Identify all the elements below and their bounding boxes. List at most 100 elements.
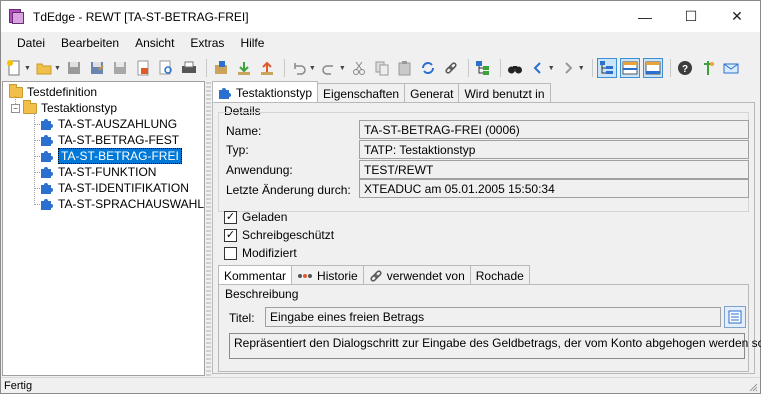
upload-button[interactable] xyxy=(257,58,277,78)
titel-input[interactable]: Eingabe eines freien Betrags xyxy=(265,307,721,327)
name-field[interactable]: TA-ST-BETRAG-FREI (0006) xyxy=(359,120,749,139)
layout-bottom-icon xyxy=(645,61,661,75)
collapse-icon[interactable]: − xyxy=(11,103,20,113)
close-button[interactable]: ✕ xyxy=(714,1,760,32)
tree-item[interactable]: TA-ST-BETRAG-FEST xyxy=(34,132,179,148)
tree-item-label: TA-ST-BETRAG-FREI xyxy=(58,148,182,164)
hierarchy-button[interactable] xyxy=(473,58,493,78)
puzzle-icon xyxy=(41,199,53,210)
tree-group-row[interactable]: − Testaktionstyp xyxy=(11,99,118,116)
anwendung-field[interactable]: TEST/REWT xyxy=(359,160,749,179)
edit-note-button[interactable] xyxy=(724,306,746,328)
forward-dropdown-icon[interactable]: ▼ xyxy=(578,65,585,72)
preview-button[interactable] xyxy=(156,58,176,78)
menu-extras[interactable]: Extras xyxy=(182,36,232,50)
kommentar-panel: Beschreibung Titel: Eingabe eines freien… xyxy=(218,284,761,372)
geladen-checkbox[interactable]: ✓ Geladen xyxy=(224,210,287,224)
minimize-icon: — xyxy=(638,8,652,25)
undo-button[interactable] xyxy=(289,58,309,78)
menu-hilfe[interactable]: Hilfe xyxy=(232,36,272,50)
print-button[interactable] xyxy=(179,58,199,78)
subtab-historie[interactable]: Historie xyxy=(291,265,364,285)
save-button[interactable] xyxy=(64,58,84,78)
pane-splitter[interactable] xyxy=(206,81,211,376)
svg-text:?: ? xyxy=(682,64,688,75)
subtab-kommentar[interactable]: Kommentar xyxy=(218,265,293,285)
checkbox-box[interactable]: ✓ xyxy=(224,228,237,242)
paste-button[interactable] xyxy=(395,58,415,78)
tree-item[interactable]: TA-ST-IDENTIFIKATION xyxy=(34,180,189,196)
schreibgeschuetzt-checkbox[interactable]: ✓ Schreibgeschützt xyxy=(224,228,334,242)
layout-split-button[interactable] xyxy=(619,58,640,78)
mail-button[interactable] xyxy=(721,58,741,78)
copy-icon xyxy=(375,61,389,76)
back-dropdown-icon[interactable]: ▼ xyxy=(548,65,555,72)
refresh-button[interactable] xyxy=(418,58,438,78)
typ-field[interactable]: TATP: Testaktionstyp xyxy=(359,140,749,159)
tab-generat[interactable]: Generat xyxy=(404,83,460,103)
tree-item-selected[interactable]: TA-ST-BETRAG-FREI xyxy=(34,148,182,164)
hierarchy-icon xyxy=(475,61,489,75)
tab-testaktionstyp[interactable]: Testaktionstyp xyxy=(212,81,319,103)
layout-tree-button[interactable] xyxy=(596,58,617,78)
save-as-button[interactable] xyxy=(87,58,107,78)
help-icon: ? xyxy=(677,61,692,75)
minimize-button[interactable]: — xyxy=(622,1,668,32)
tab-wird-benutzt-in[interactable]: Wird benutzt in xyxy=(458,83,551,103)
modifiziert-checkbox[interactable]: Modifiziert xyxy=(224,246,297,260)
new-dropdown-icon[interactable]: ▼ xyxy=(24,65,31,72)
tree-item[interactable]: TA-ST-FUNKTION xyxy=(34,164,156,180)
save-icon xyxy=(67,62,80,74)
package-button[interactable] xyxy=(211,58,231,78)
open-folder-icon xyxy=(36,63,52,75)
subtab-verwendet-von[interactable]: verwendet von xyxy=(362,265,471,285)
checkbox-box[interactable] xyxy=(224,246,237,260)
checkbox-box[interactable]: ✓ xyxy=(224,210,237,224)
link-button[interactable] xyxy=(441,58,461,78)
copy-button[interactable] xyxy=(372,58,392,78)
help-button[interactable]: ? xyxy=(675,58,695,78)
menu-bearbeiten[interactable]: Bearbeiten xyxy=(53,36,127,50)
title-bar[interactable]: TdEdge - REWT [TA-ST-BETRAG-FREI] — ☐ ✕ xyxy=(1,1,760,32)
cut-button[interactable] xyxy=(349,58,369,78)
subtab-rochade[interactable]: Rochade xyxy=(469,265,530,285)
toolbar: ▼ ▼ ▼ ▼ ▼ ▼ ? xyxy=(1,55,760,81)
redo-dropdown-icon[interactable]: ▼ xyxy=(339,65,346,72)
pin-button[interactable] xyxy=(698,58,718,78)
menu-datei[interactable]: Datei xyxy=(9,36,53,50)
export-button[interactable] xyxy=(133,58,153,78)
link-icon xyxy=(445,62,457,74)
app-window: TdEdge - REWT [TA-ST-BETRAG-FREI] — ☐ ✕ … xyxy=(0,0,761,394)
toolbar-separator xyxy=(283,59,285,77)
layout-bottom-button[interactable] xyxy=(642,58,663,78)
tree-item[interactable]: TA-ST-AUSZAHLUNG xyxy=(34,116,177,132)
forward-button[interactable] xyxy=(558,58,578,78)
paste-icon xyxy=(398,61,411,76)
note-icon xyxy=(728,310,742,324)
redo-icon xyxy=(322,65,333,75)
open-button[interactable] xyxy=(34,58,54,78)
menu-ansicht[interactable]: Ansicht xyxy=(127,36,182,50)
window-title: TdEdge - REWT [TA-ST-BETRAG-FREI] xyxy=(33,9,249,24)
resize-grip-icon[interactable] xyxy=(748,382,758,392)
tree-item-label: TA-ST-IDENTIFIKATION xyxy=(58,181,189,195)
tree-item[interactable]: TA-ST-SPRACHAUSWAHL xyxy=(34,196,204,212)
new-button[interactable] xyxy=(4,58,24,78)
back-button[interactable] xyxy=(528,58,548,78)
mail-icon xyxy=(723,63,739,74)
save-all-button[interactable] xyxy=(110,58,130,78)
tab-eigenschaften[interactable]: Eigenschaften xyxy=(317,83,406,103)
redo-button[interactable] xyxy=(319,58,339,78)
tree-group-label: Testaktionstyp xyxy=(41,101,118,115)
description-textarea[interactable]: Repräsentiert den Dialogschritt zur Eing… xyxy=(229,333,761,359)
undo-dropdown-icon[interactable]: ▼ xyxy=(309,65,316,72)
last-change-field[interactable]: XTEADUC am 05.01.2005 15:50:34 xyxy=(359,179,749,198)
maximize-button[interactable]: ☐ xyxy=(668,1,714,32)
tab-label: Generat xyxy=(410,86,454,101)
download-button[interactable] xyxy=(234,58,254,78)
find-button[interactable] xyxy=(505,58,525,78)
preview-icon xyxy=(159,60,172,75)
open-dropdown-icon[interactable]: ▼ xyxy=(54,65,61,72)
anwendung-label: Anwendung: xyxy=(226,163,293,177)
tree-root-row[interactable]: Testdefinition xyxy=(9,83,97,100)
